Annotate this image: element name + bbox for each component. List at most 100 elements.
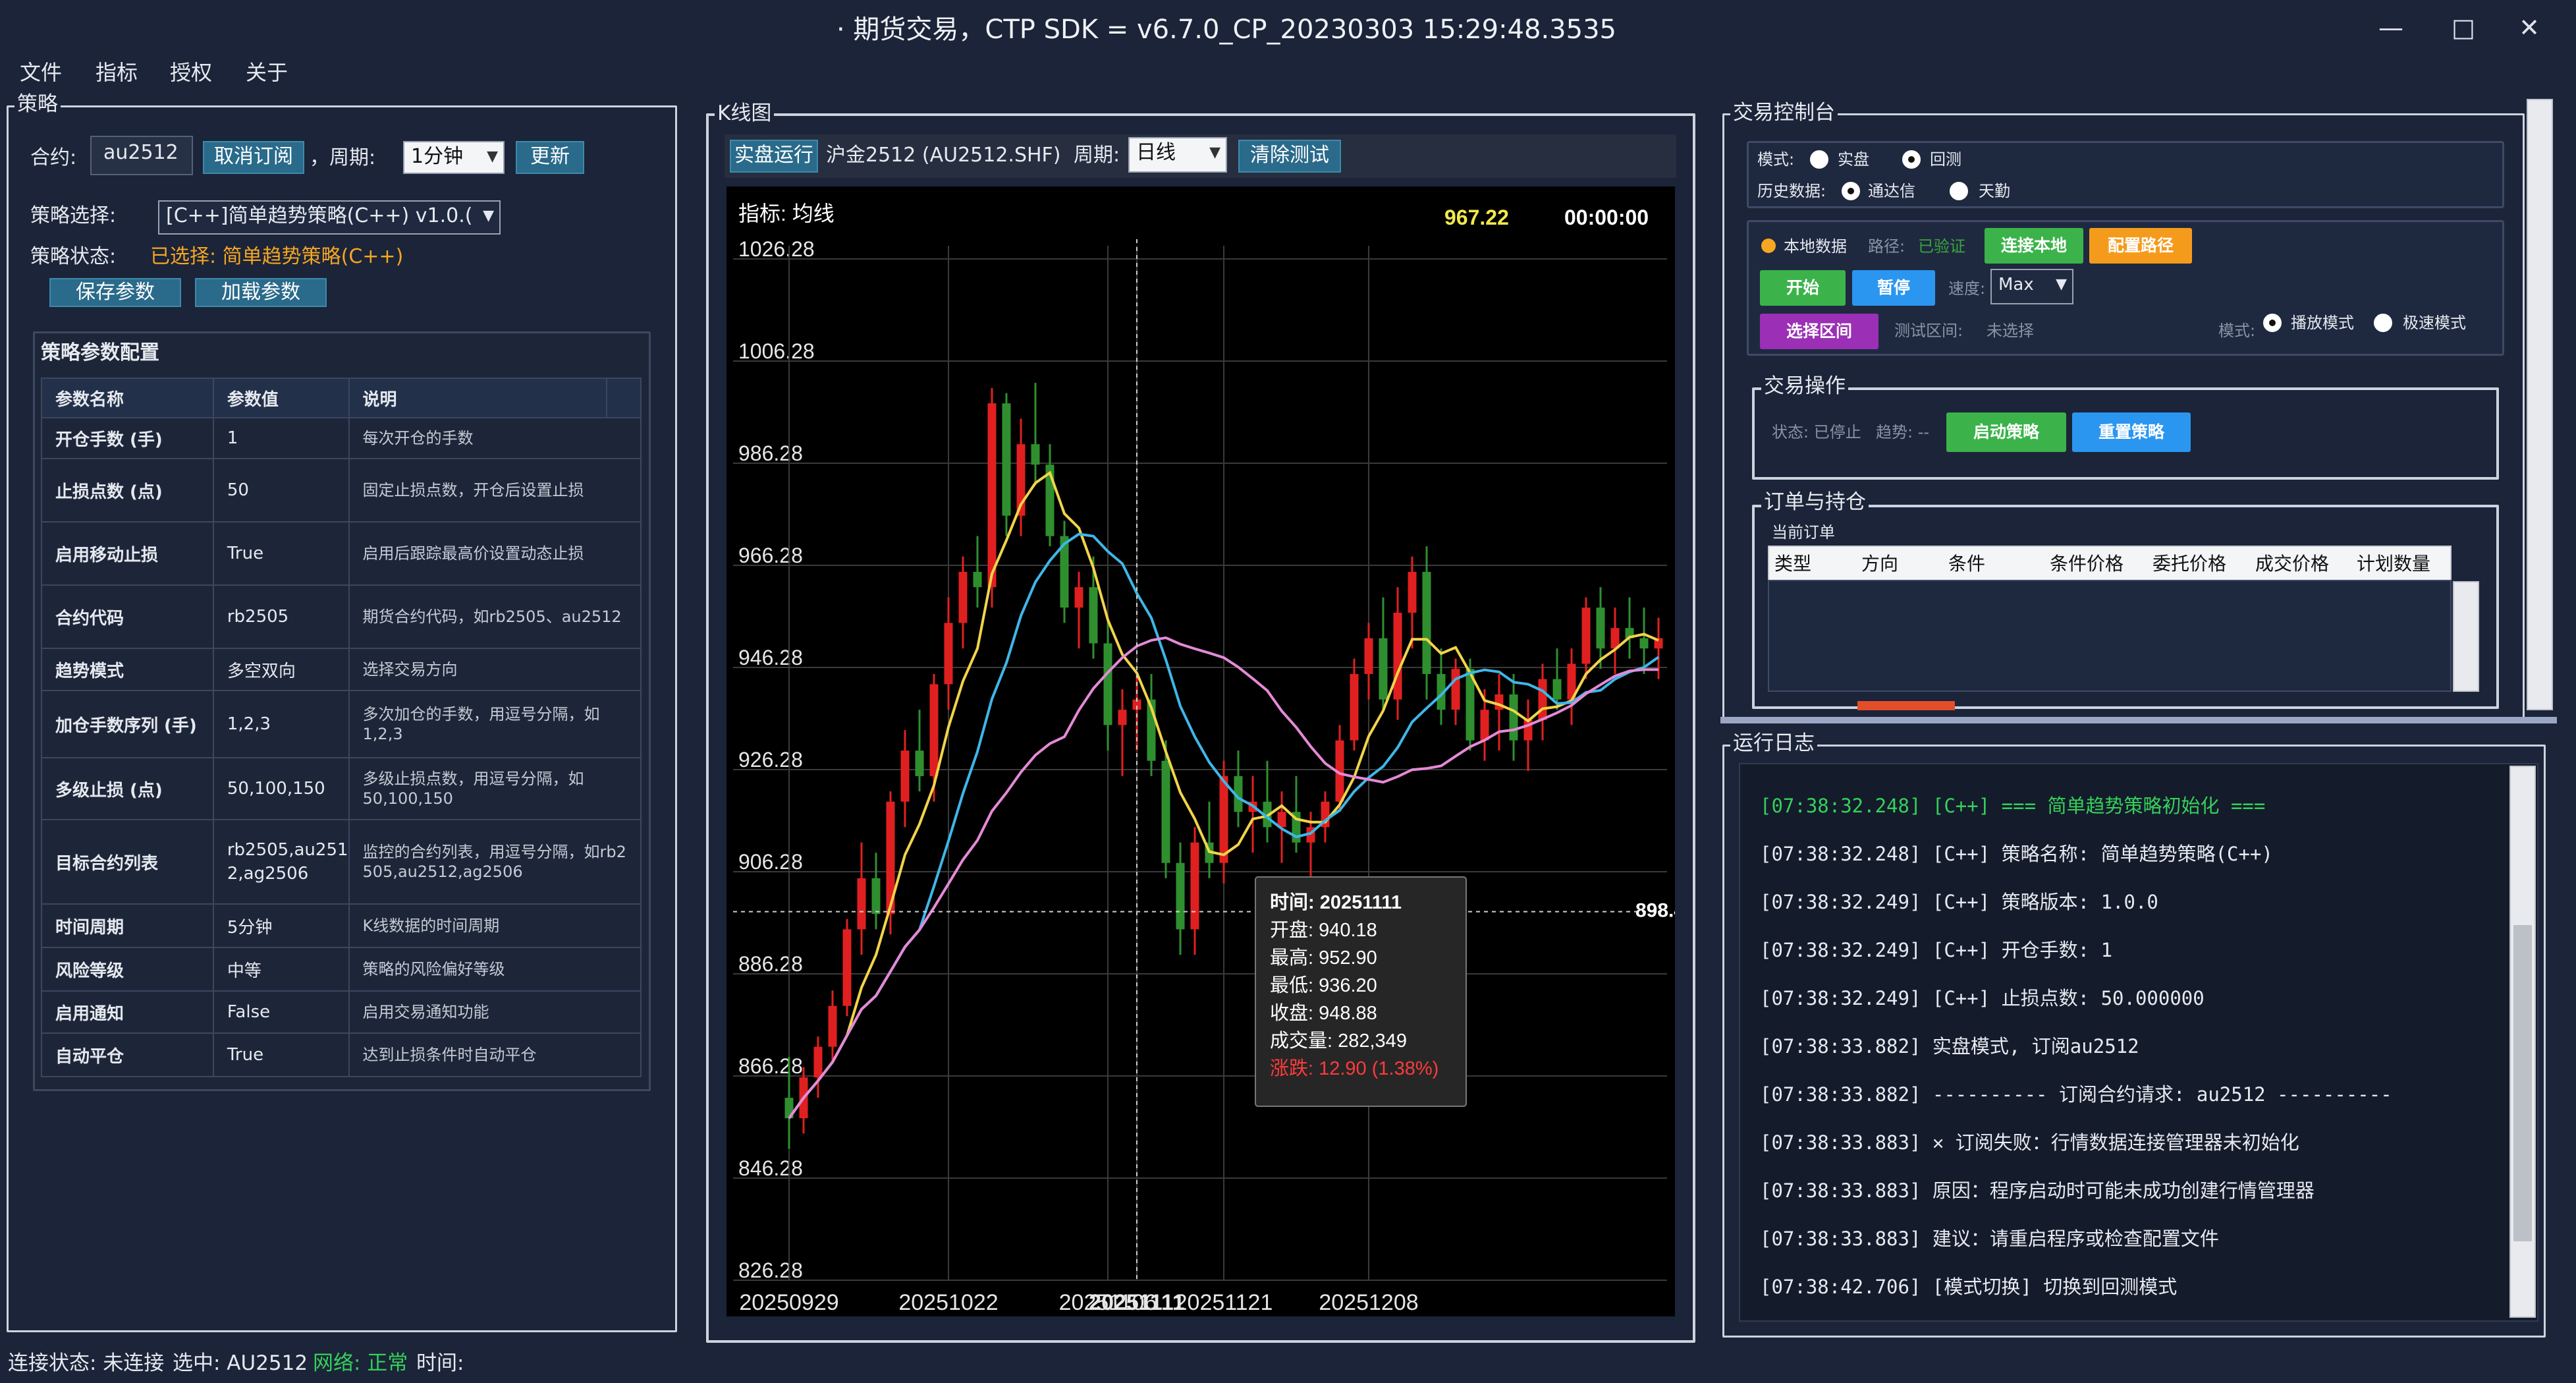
order-col-order-price[interactable]: 委托价格 <box>2152 550 2226 576</box>
table-row[interactable]: 趋势模式 多空双向 选择交易方向 <box>41 648 642 691</box>
contract-input[interactable]: au2512 <box>90 136 193 175</box>
param-value[interactable]: rb2505 <box>212 584 350 649</box>
table-row[interactable]: 开仓手数 (手) 1 每次开仓的手数 <box>41 417 642 459</box>
trade-control-scrollbar[interactable] <box>2527 99 2553 710</box>
maximize-button[interactable]: □ <box>2444 9 2483 46</box>
status-conn: 连接状态: 未连接 <box>8 1351 165 1375</box>
table-row[interactable]: 启用移动止损 True 启用后跟踪最高价设置动态止损 <box>41 521 642 586</box>
load-params-button[interactable]: 加载参数 <box>195 278 327 307</box>
log-line: [07:38:33.883] ✕ 订阅失败：行情数据连接管理器未初始化 <box>1760 1131 2299 1154</box>
period-label: ，周期: <box>310 146 376 169</box>
play-mode-label: 播放模式 <box>2291 314 2354 332</box>
speed-select[interactable]: Max ▼ <box>1990 269 2073 304</box>
param-value[interactable]: 1 <box>212 417 350 459</box>
x-tick-label: 20251208 <box>1319 1290 1418 1315</box>
menu-about[interactable]: 关于 <box>246 54 288 91</box>
orders-scrollbar[interactable] <box>2453 581 2479 692</box>
param-value[interactable]: 多空双向 <box>212 648 350 691</box>
log-line: [07:38:42.706] [模式切换] 切换到回测模式 <box>1760 1276 2178 1298</box>
trade-control-title: 交易控制台 <box>1730 101 1838 125</box>
table-row[interactable]: 启用通知 False 启用交易通知功能 <box>41 990 642 1034</box>
config-path-button[interactable]: 配置路径 <box>2089 228 2192 264</box>
tooltip-open: 开盘: 940.18 <box>1270 919 1377 941</box>
log-scrollbar[interactable] <box>2509 766 2536 1318</box>
param-desc: 多级止损点数，用逗号分隔，如50,100,150 <box>348 757 642 820</box>
fast-mode-radio[interactable] <box>2374 314 2392 332</box>
param-value[interactable]: True <box>212 1032 350 1077</box>
order-col-plan-qty[interactable]: 计划数量 <box>2357 550 2430 576</box>
title-bar: · 期货交易，CTP SDK = v6.7.0_CP_20230303 15:2… <box>0 0 2576 54</box>
close-button[interactable]: ✕ <box>2509 9 2549 46</box>
param-value[interactable]: rb2505,au2512,ag2506 <box>212 819 350 905</box>
orders-table-body[interactable] <box>1768 580 2452 692</box>
table-row[interactable]: 加仓手数序列 (手) 1,2,3 多次加仓的手数，用逗号分隔，如1,2,3 <box>41 690 642 758</box>
kline-period-select[interactable]: 日线 ▼ <box>1128 137 1227 173</box>
menu-license[interactable]: 授权 <box>170 54 212 91</box>
path-label: 路径: <box>1868 237 1905 256</box>
param-value[interactable]: False <box>212 990 350 1034</box>
hidden-button-edge <box>1857 701 1955 710</box>
strategy-select[interactable]: [C++]简单趋势策略(C++) v1.0.(▼ <box>158 200 501 235</box>
param-desc: 策略的风险偏好等级 <box>348 947 642 992</box>
pause-button[interactable]: 暂停 <box>1852 270 1935 306</box>
order-col-fill-price[interactable]: 成交价格 <box>2255 550 2329 576</box>
param-value[interactable]: True <box>212 521 350 586</box>
param-name: 多级止损 (点) <box>41 757 214 820</box>
table-row[interactable]: 止损点数 (点) 50 固定止损点数，开仓后设置止损 <box>41 458 642 522</box>
minimize-button[interactable]: — <box>2371 9 2411 46</box>
reset-strategy-button[interactable]: 重置策略 <box>2072 412 2191 452</box>
select-range-button[interactable]: 选择区间 <box>1760 314 1878 349</box>
table-row[interactable]: 风险等级 中等 策略的风险偏好等级 <box>41 947 642 992</box>
kline-chart[interactable]: 1026.28 1006.28 986.28 966.28 946.28 926.28 90… <box>726 186 1718 1316</box>
param-value[interactable]: 1,2,3 <box>212 690 350 758</box>
menu-indicator[interactable]: 指标 <box>96 54 138 91</box>
header-value[interactable]: 参数值 <box>212 378 350 418</box>
kline-chart-area[interactable]: 1026.28 1006.28 986.28 966.28 946.28 926.28 90… <box>726 186 1718 1316</box>
play-mode-radio[interactable] <box>2263 314 2282 332</box>
param-value[interactable]: 中等 <box>212 947 350 992</box>
order-col-direction[interactable]: 方向 <box>1861 550 1898 576</box>
live-run-button[interactable]: 实盘运行 <box>730 140 818 173</box>
param-value[interactable]: 50 <box>212 458 350 522</box>
table-row[interactable]: 多级止损 (点) 50,100,150 多级止损点数，用逗号分隔，如50,100,1… <box>41 757 642 820</box>
header-desc[interactable]: 说明 <box>348 378 607 418</box>
order-col-condition[interactable]: 条件 <box>1948 550 1985 576</box>
period-select[interactable]: 1分钟 ▼ <box>403 141 505 174</box>
table-row[interactable]: 合约代码 rb2505 期货合约代码，如rb2505、au2512 <box>41 584 642 649</box>
header-name[interactable]: 参数名称 <box>41 378 214 418</box>
splitter[interactable] <box>1720 717 2557 723</box>
clear-test-button[interactable]: 清除测试 <box>1238 140 1341 173</box>
param-name: 风险等级 <box>41 947 214 992</box>
y-tick-label: 866.28 <box>738 1054 803 1078</box>
param-value[interactable]: 50,100,150 <box>212 757 350 820</box>
log-scroll-thumb[interactable] <box>2513 925 2532 1241</box>
save-params-button[interactable]: 保存参数 <box>49 278 181 307</box>
mode-live-radio[interactable] <box>1810 150 1828 169</box>
mode-backtest-radio[interactable] <box>1902 150 1921 169</box>
table-row[interactable]: 目标合约列表 rb2505,au2512,ag2506 监控的合约列表，用逗号分隔，… <box>41 819 642 905</box>
param-value[interactable]: 5分钟 <box>212 903 350 948</box>
y-tick-label: 886.28 <box>738 952 803 976</box>
table-row[interactable]: 时间周期 5分钟 K线数据的时间周期 <box>41 903 642 948</box>
order-col-type[interactable]: 类型 <box>1774 550 1811 576</box>
kline-period-value: 日线 <box>1136 141 1176 164</box>
menu-file[interactable]: 文件 <box>20 54 62 91</box>
log-line: [07:38:32.249] [C++] 策略版本: 1.0.0 <box>1760 891 2158 913</box>
status-net: 网络: 正常 <box>313 1351 408 1375</box>
candle-body <box>828 1005 837 1047</box>
param-name: 止损点数 (点) <box>41 458 214 522</box>
hist-tq-radio[interactable] <box>1950 182 1968 200</box>
log-line: [07:38:33.882] 实盘模式, 订阅au2512 <box>1760 1035 2139 1058</box>
start-button[interactable]: 开始 <box>1760 270 1846 306</box>
connect-local-button[interactable]: 连接本地 <box>1985 228 2083 264</box>
start-strategy-button[interactable]: 启动策略 <box>1946 412 2066 452</box>
hist-tdx-radio[interactable] <box>1842 182 1860 200</box>
candle-body <box>944 623 953 685</box>
unsubscribe-button[interactable]: 取消订阅 <box>203 141 304 174</box>
order-col-cond-price[interactable]: 条件价格 <box>2050 550 2124 576</box>
candle-body <box>857 878 866 930</box>
update-button[interactable]: 更新 <box>516 141 584 174</box>
table-row[interactable]: 自动平仓 True 达到止损条件时自动平仓 <box>41 1032 642 1077</box>
param-desc: 每次开仓的手数 <box>348 417 642 459</box>
candle-body <box>871 878 881 915</box>
